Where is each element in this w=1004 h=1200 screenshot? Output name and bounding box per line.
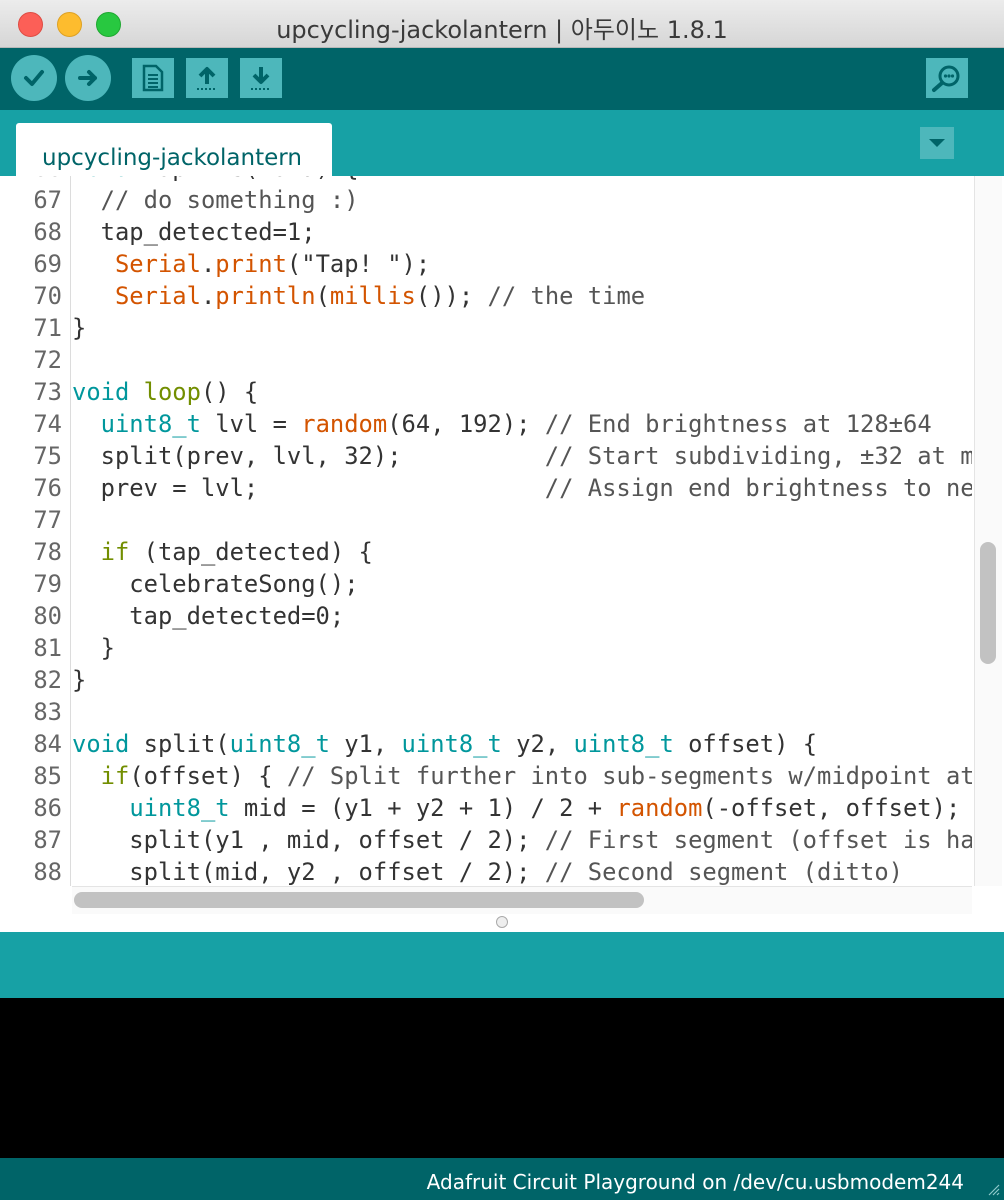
- verify-button[interactable]: [11, 55, 57, 101]
- document-icon: [142, 64, 164, 92]
- horizontal-scrollbar-thumb[interactable]: [74, 892, 644, 908]
- output-console[interactable]: [0, 998, 1004, 1158]
- code-line[interactable]: tap_detected=1;: [72, 216, 316, 248]
- line-number: 81: [33, 634, 62, 662]
- line-number: 78: [33, 538, 62, 566]
- tab-upcycling-jackolantern[interactable]: upcycling-jackolantern: [16, 123, 332, 176]
- code-editor[interactable]: 66 67 68 69 70 71 72 73 74 75 76 77 78 79 80 81 82 83 84 85…: [0, 176, 1004, 932]
- line-number: 67: [33, 186, 62, 214]
- code-line[interactable]: uint8_t mid = (y1 + y2 + 1) / 2 + random…: [72, 792, 960, 824]
- upload-button[interactable]: [65, 55, 111, 101]
- tab-label: upcycling-jackolantern: [42, 145, 302, 171]
- code-line[interactable]: Serial.println(millis()); // the time: [72, 280, 645, 312]
- line-number: 75: [33, 442, 62, 470]
- toolbar: [0, 48, 1004, 110]
- line-number: 80: [33, 602, 62, 630]
- line-number: 76: [33, 474, 62, 502]
- code-line[interactable]: celebrateSong();: [72, 568, 358, 600]
- code-line[interactable]: uint8_t lvl = random(64, 192); // End br…: [72, 408, 932, 440]
- arrow-down-icon: [251, 67, 271, 90]
- window-title: upcycling-jackolantern | 아두이노 1.8.1: [276, 16, 728, 44]
- code-line[interactable]: void loop() {: [72, 376, 258, 408]
- code-line[interactable]: // do something :): [72, 184, 359, 216]
- code-line[interactable]: }: [72, 664, 86, 696]
- new-sketch-button[interactable]: [132, 58, 174, 98]
- line-number: 84: [33, 730, 62, 758]
- arrow-up-icon: [197, 67, 217, 90]
- board-port-status: Adafruit Circuit Playground on /dev/cu.u…: [426, 1170, 964, 1194]
- line-number: 82: [33, 666, 62, 694]
- line-number: 72: [33, 346, 62, 374]
- serial-monitor-button[interactable]: [926, 58, 968, 98]
- line-number: 70: [33, 282, 62, 310]
- code-line[interactable]: if (tap_detected) {: [72, 536, 373, 568]
- title-bar: upcycling-jackolantern | 아두이노 1.8.1: [0, 0, 1004, 48]
- line-number: 73: [33, 378, 62, 406]
- triangle-down-icon: [929, 139, 945, 147]
- line-number: 83: [33, 698, 62, 726]
- code-area[interactable]: void tapTime(void) { // do something :) …: [72, 176, 972, 886]
- save-sketch-button[interactable]: [240, 58, 282, 98]
- code-line[interactable]: prev = lvl; // Assign end brightness to …: [72, 472, 972, 504]
- check-icon: [24, 70, 44, 86]
- line-number: 68: [33, 218, 62, 246]
- open-sketch-button[interactable]: [186, 58, 228, 98]
- line-number: 74: [33, 410, 62, 438]
- code-line[interactable]: }: [72, 632, 115, 664]
- vertical-scrollbar-thumb[interactable]: [980, 542, 996, 664]
- code-line[interactable]: }: [72, 312, 86, 344]
- code-line[interactable]: Serial.print("Tap! ");: [72, 248, 430, 280]
- line-number: 87: [33, 826, 62, 854]
- line-number: 69: [33, 250, 62, 278]
- tab-bar: upcycling-jackolantern: [0, 110, 1004, 176]
- code-line[interactable]: split(y1 , mid, offset / 2); // First se…: [72, 824, 972, 856]
- code-line[interactable]: void tapTime(void) {: [72, 176, 359, 184]
- line-number: 66: [0, 176, 62, 184]
- splitter-handle[interactable]: [496, 916, 508, 928]
- tab-menu-button[interactable]: [920, 127, 954, 159]
- line-number: 86: [33, 794, 62, 822]
- line-number: 71: [33, 314, 62, 342]
- status-bar: Adafruit Circuit Playground on /dev/cu.u…: [0, 1158, 1004, 1200]
- line-number: 79: [33, 570, 62, 598]
- line-number: 88: [33, 858, 62, 886]
- resize-grip-icon[interactable]: [986, 1182, 1000, 1196]
- code-line[interactable]: split(prev, lvl, 32); // Start subdividi…: [72, 440, 972, 472]
- line-number: 85: [33, 762, 62, 790]
- vertical-scrollbar-track[interactable]: [974, 176, 1002, 886]
- magnifier-icon: [932, 65, 960, 92]
- arrow-right-icon: [78, 70, 97, 86]
- code-line[interactable]: split(mid, y2 , offset / 2); // Second s…: [72, 856, 903, 886]
- code-line[interactable]: tap_detected=0;: [72, 600, 344, 632]
- code-line[interactable]: void split(uint8_t y1, uint8_t y2, uint8…: [72, 728, 817, 760]
- line-number-gutter: 66 67 68 69 70 71 72 73 74 75 76 77 78 79 80 81 82 83 84 85…: [0, 176, 71, 886]
- code-line[interactable]: if(offset) { // Split further into sub-s…: [72, 760, 972, 792]
- line-number: 77: [33, 506, 62, 534]
- message-bar: [0, 932, 1004, 998]
